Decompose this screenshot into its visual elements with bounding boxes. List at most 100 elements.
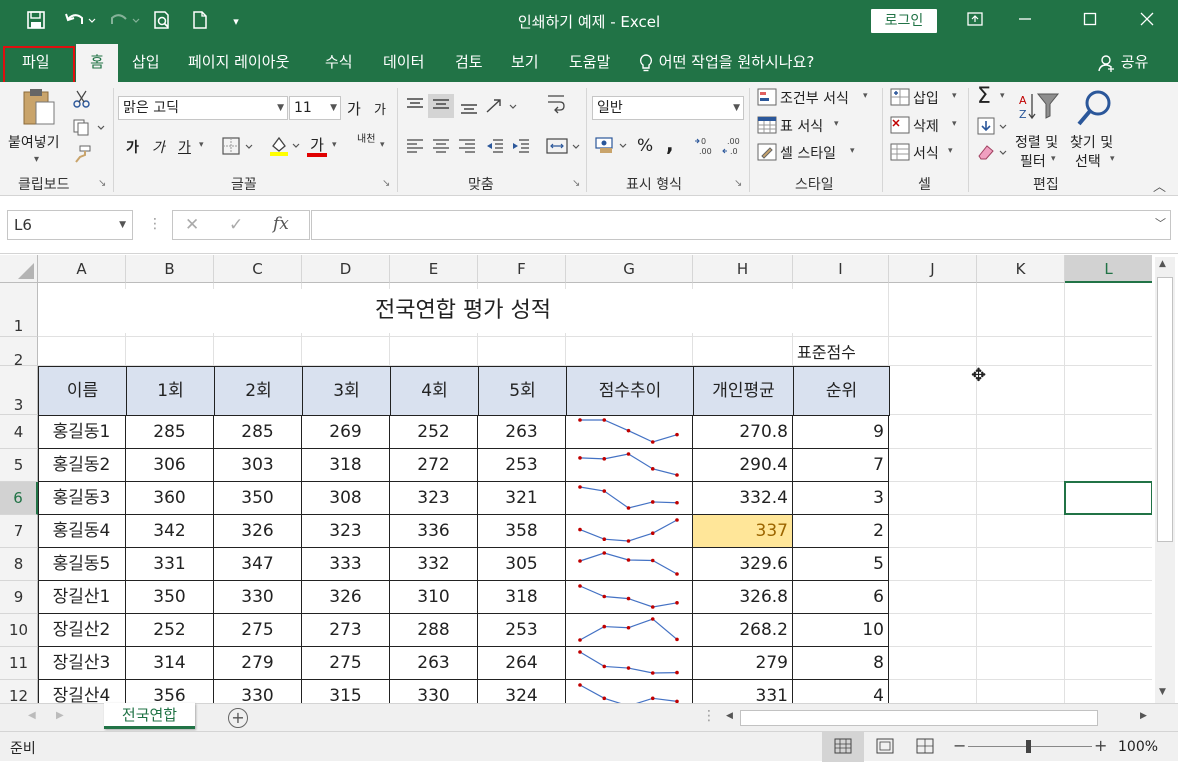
average-cell[interactable]: 326.8 — [693, 581, 793, 614]
accounting-format-icon[interactable] — [594, 134, 630, 160]
name-cell[interactable]: 장길산1 — [38, 581, 126, 614]
vertical-scroll-thumb[interactable] — [1157, 277, 1173, 542]
column-header-a[interactable]: A — [38, 255, 126, 283]
horizontal-scroll-thumb[interactable] — [740, 710, 1098, 726]
wrap-text-icon[interactable] — [545, 92, 567, 120]
prev-sheet-icon[interactable]: ◀ — [28, 710, 36, 721]
row-header-2[interactable]: 2 — [0, 337, 38, 369]
score-cell[interactable]: 356 — [126, 680, 214, 703]
row-header-9[interactable]: 9 — [0, 581, 38, 614]
score-cell[interactable]: 288 — [390, 614, 478, 647]
page-break-view-icon[interactable] — [908, 732, 942, 762]
number-launcher-icon[interactable]: ↘ — [734, 178, 742, 189]
font-name-combo[interactable]: 맑은 고딕 ▼ — [118, 96, 288, 120]
score-cell[interactable]: 330 — [214, 680, 302, 703]
score-cell[interactable]: 350 — [126, 581, 214, 614]
percent-style-button[interactable]: % — [637, 136, 653, 156]
comma-style-button[interactable]: , — [666, 132, 674, 156]
score-cell[interactable]: 310 — [390, 581, 478, 614]
row-header-12[interactable]: 12 — [0, 680, 38, 703]
align-center-icon[interactable] — [430, 136, 452, 160]
scroll-up-icon[interactable]: ▲ — [1159, 259, 1166, 269]
score-cell[interactable]: 275 — [214, 614, 302, 647]
score-cell[interactable]: 314 — [126, 647, 214, 680]
insert-cells-icon[interactable] — [890, 88, 910, 110]
average-cell[interactable]: 331 — [693, 680, 793, 703]
scroll-left-icon[interactable]: ◀ — [726, 711, 733, 721]
column-header-f[interactable]: F — [478, 255, 566, 283]
score-cell[interactable]: 273 — [302, 614, 390, 647]
score-cell[interactable]: 336 — [390, 515, 478, 548]
row-header-3[interactable]: 3 — [0, 366, 38, 415]
orientation-icon[interactable] — [484, 96, 520, 120]
zoom-in-icon[interactable]: + — [1094, 736, 1107, 755]
row-header-10[interactable]: 10 — [0, 614, 38, 647]
insert-function-button[interactable]: fx — [273, 214, 289, 234]
score-cell[interactable]: 326 — [302, 581, 390, 614]
format-cells-button[interactable]: 서식 — [913, 143, 939, 163]
bold-button[interactable]: 가 — [126, 137, 139, 157]
rank-cell[interactable]: 8 — [793, 647, 889, 680]
zoom-slider-thumb[interactable] — [1026, 740, 1031, 753]
sparkline-cell[interactable] — [566, 449, 693, 482]
share-button[interactable]: 공유 — [1098, 44, 1148, 82]
table-header-cell[interactable]: 점수추이 — [566, 366, 694, 416]
score-cell[interactable]: 331 — [126, 548, 214, 581]
sheet-tab-active[interactable]: 전국연합 — [104, 703, 195, 729]
score-cell[interactable]: 358 — [478, 515, 566, 548]
column-header-l[interactable]: L — [1065, 255, 1152, 283]
table-header-cell[interactable]: 개인평균 — [693, 366, 794, 416]
tab-formulas[interactable]: 수식 — [325, 44, 353, 82]
merge-center-icon[interactable] — [545, 136, 583, 160]
font-color-icon[interactable]: 가 — [307, 134, 327, 157]
score-cell[interactable]: 305 — [478, 548, 566, 581]
score-cell[interactable]: 350 — [214, 482, 302, 515]
name-cell[interactable]: 홍길동3 — [38, 482, 126, 515]
zoom-out-icon[interactable]: − — [953, 736, 966, 755]
column-header-b[interactable]: B — [126, 255, 214, 283]
table-header-cell[interactable]: 4회 — [390, 366, 479, 416]
column-header-k[interactable]: K — [977, 255, 1065, 283]
column-header-i[interactable]: I — [793, 255, 889, 283]
delete-cells-icon[interactable] — [890, 116, 910, 138]
column-header-c[interactable]: C — [214, 255, 302, 283]
name-cell[interactable]: 홍길동4 — [38, 515, 126, 548]
page-layout-view-icon[interactable] — [868, 732, 902, 762]
borders-icon[interactable] — [221, 136, 255, 160]
name-cell[interactable]: 홍길동5 — [38, 548, 126, 581]
sparkline-cell[interactable] — [566, 581, 693, 614]
shrink-font-button[interactable]: 가 — [374, 99, 386, 118]
sparkline-cell[interactable] — [566, 515, 693, 548]
score-cell[interactable]: 263 — [478, 415, 566, 449]
average-cell[interactable]: 279 — [693, 647, 793, 680]
clear-icon[interactable] — [976, 142, 1010, 166]
row-header-1[interactable]: 1 — [0, 283, 38, 337]
collapse-ribbon-icon[interactable]: ︿ — [1153, 176, 1166, 195]
column-header-j[interactable]: J — [889, 255, 977, 283]
average-cell[interactable]: 337 — [693, 515, 793, 548]
score-cell[interactable]: 306 — [126, 449, 214, 482]
score-cell[interactable]: 303 — [214, 449, 302, 482]
next-sheet-icon[interactable]: ▶ — [56, 710, 64, 721]
login-button[interactable]: 로그인 — [871, 9, 937, 33]
tab-home[interactable]: 홈 — [76, 44, 118, 82]
score-cell[interactable]: 269 — [302, 415, 390, 449]
copy-icon[interactable] — [72, 118, 106, 140]
maximize-icon[interactable] — [1070, 8, 1110, 34]
zoom-level[interactable]: 100% — [1118, 739, 1158, 755]
align-right-icon[interactable] — [456, 136, 478, 160]
table-header-cell[interactable]: 이름 — [38, 366, 127, 416]
expand-formula-bar-icon[interactable]: ﹀ — [1155, 215, 1166, 231]
horizontal-scrollbar[interactable]: ◀ ▶ — [722, 708, 1155, 728]
conditional-formatting-button[interactable]: 조건부 서식 — [780, 88, 849, 108]
name-cell[interactable]: 홍길동2 — [38, 449, 126, 482]
score-cell[interactable]: 324 — [478, 680, 566, 703]
conditional-formatting-icon[interactable] — [757, 88, 777, 110]
table-header-cell[interactable]: 1회 — [126, 366, 215, 416]
score-cell[interactable]: 326 — [214, 515, 302, 548]
fill-color-icon[interactable] — [268, 134, 302, 162]
average-cell[interactable]: 290.4 — [693, 449, 793, 482]
insert-cells-button[interactable]: 삽입 — [913, 88, 939, 108]
paste-dropdown-icon[interactable]: ▾ — [34, 154, 39, 165]
name-cell[interactable]: 홍길동1 — [38, 415, 126, 449]
